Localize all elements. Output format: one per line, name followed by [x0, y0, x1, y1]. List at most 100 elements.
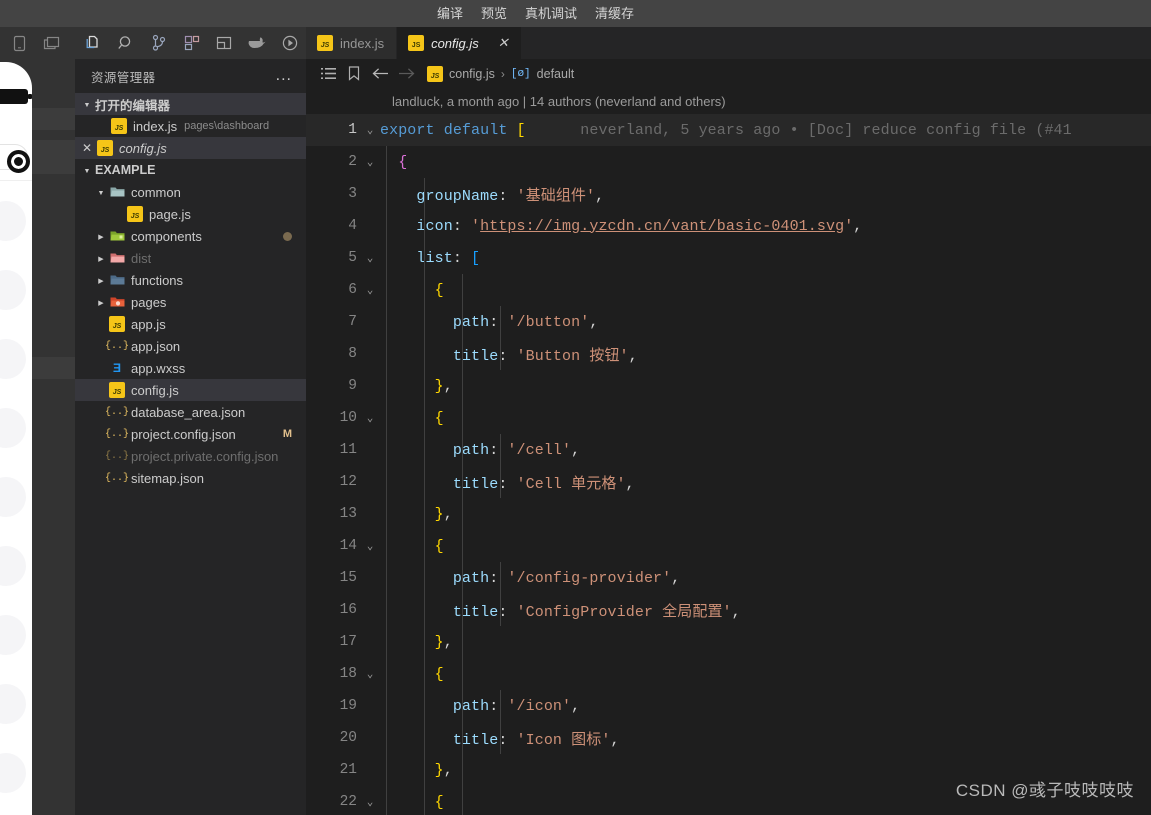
code-line[interactable]: 17 }, [306, 626, 1151, 658]
fold-chevron-icon[interactable]: ⌄ [360, 123, 380, 137]
indent-guide [386, 242, 387, 274]
explorer-icon[interactable] [77, 27, 110, 59]
code-line[interactable]: 7 path: '/button', [306, 306, 1151, 338]
file-project-private-config-json[interactable]: {..} project.private.config.json [75, 445, 306, 467]
line-number: 1 [348, 122, 357, 138]
code-text: { [434, 409, 444, 427]
section-workspace[interactable]: EXAMPLE [75, 159, 306, 181]
open-editor-config-js[interactable]: ✕ JS config.js [75, 137, 306, 159]
code-line[interactable]: 19 path: '/icon', [306, 690, 1151, 722]
bookmark-icon[interactable] [341, 66, 367, 81]
js-file-icon: JS [408, 35, 425, 51]
line-number: 18 [339, 666, 357, 682]
extensions-icon[interactable] [175, 27, 208, 59]
code-line[interactable]: 16 title: 'ConfigProvider 全局配置', [306, 594, 1151, 626]
file-label: config.js [131, 382, 179, 398]
indent-guide [386, 402, 387, 434]
indent-guide [424, 498, 425, 530]
indent-guide [386, 562, 387, 594]
menu-clear-cache[interactable]: 清缓存 [593, 5, 636, 23]
source-control-icon[interactable] [142, 27, 175, 59]
file-app-json[interactable]: {..} app.json [75, 335, 306, 357]
menu-bar: 编译 预览 真机调试 清缓存 [435, 5, 636, 23]
breadcrumb-file[interactable]: config.js [449, 67, 495, 81]
js-file-icon: JS [127, 206, 143, 222]
search-icon[interactable] [110, 27, 143, 59]
code-line[interactable]: 15 path: '/config-provider', [306, 562, 1151, 594]
folder-components[interactable]: components [75, 225, 306, 247]
folder-common[interactable]: common [75, 181, 306, 203]
device-toggle-icon[interactable] [3, 27, 36, 59]
indent-guide [386, 530, 387, 562]
json-file-icon: {..} [105, 340, 130, 352]
breadcrumb-bar: JS config.js › [ø] default [306, 59, 1151, 88]
file-sitemap-json[interactable]: {..} sitemap.json [75, 467, 306, 489]
tab-index-js[interactable]: JS index.js [306, 27, 398, 59]
breadcrumb-separator: › [500, 66, 505, 81]
code-line[interactable]: 2 ⌄ { [306, 146, 1151, 178]
code-text: { [398, 153, 408, 171]
layout-split-icon[interactable] [208, 27, 241, 59]
line-number: 19 [339, 698, 357, 714]
code-line[interactable]: 13 }, [306, 498, 1151, 530]
tab-close-icon[interactable]: ✕ [498, 35, 509, 51]
fold-chevron-icon[interactable]: ⌄ [360, 667, 380, 681]
menu-preview[interactable]: 预览 [479, 5, 509, 23]
file-app-wxss[interactable]: Ǝ app.wxss [75, 357, 306, 379]
outline-list-icon[interactable] [315, 67, 341, 80]
section-open-editors[interactable]: 打开的编辑器 [75, 93, 306, 115]
code-line[interactable]: 4 icon: 'https://img.yzcdn.cn/vant/basic… [306, 210, 1151, 242]
indent-guide [462, 562, 463, 594]
file-page-js[interactable]: JS page.js [75, 203, 306, 225]
line-number: 22 [339, 794, 357, 810]
code-line[interactable]: 8 title: 'Button 按钮', [306, 338, 1151, 370]
file-config-js[interactable]: JS config.js [75, 379, 306, 401]
folder-pages[interactable]: pages [75, 291, 306, 313]
file-database-area-json[interactable]: {..} database_area.json [75, 401, 306, 423]
code-line[interactable]: 1 ⌄ export default [ neverland, 5 years ag… [306, 114, 1151, 146]
navigate-back-icon[interactable] [367, 67, 393, 80]
line-number: 20 [339, 730, 357, 746]
tab-config-js[interactable]: JS config.js ✕ [397, 27, 522, 59]
fold-chevron-icon[interactable]: ⌄ [360, 411, 380, 425]
code-line[interactable]: 20 title: 'Icon 图标', [306, 722, 1151, 754]
fold-chevron-icon[interactable]: ⌄ [360, 155, 380, 169]
fold-chevron-icon[interactable]: ⌄ [360, 539, 380, 553]
line-number: 9 [348, 378, 357, 394]
run-and-debug-icon[interactable] [273, 27, 306, 59]
code-line[interactable]: 3 groupName: '基础组件', [306, 178, 1151, 210]
fold-chevron-icon[interactable]: ⌄ [360, 283, 380, 297]
explorer-more-actions-icon[interactable]: ... [276, 68, 292, 84]
indent-guide [500, 338, 501, 370]
fold-chevron-icon[interactable]: ⌄ [360, 251, 380, 265]
file-project-config-json[interactable]: {..} project.config.json M [75, 423, 306, 445]
code-line[interactable]: 14 ⌄ { [306, 530, 1151, 562]
fold-chevron-icon[interactable]: ⌄ [360, 795, 380, 809]
indent-guide [386, 690, 387, 722]
docker-icon[interactable] [241, 27, 274, 59]
file-label: sitemap.json [131, 470, 204, 486]
menu-compile[interactable]: 编译 [435, 5, 465, 23]
file-app-js[interactable]: JS app.js [75, 313, 306, 335]
folder-functions[interactable]: functions [75, 269, 306, 291]
code-line[interactable]: 6 ⌄ { [306, 274, 1151, 306]
code-editor-content[interactable]: 1 ⌄ export default [ neverland, 5 years ag… [306, 114, 1151, 815]
folder-dist[interactable]: dist [75, 247, 306, 269]
git-modified-badge: M [282, 428, 292, 440]
window-toggle-icon[interactable] [36, 27, 69, 59]
menu-device-debug[interactable]: 真机调试 [523, 5, 579, 23]
code-line[interactable]: 11 path: '/cell', [306, 434, 1151, 466]
indent-guide [386, 594, 387, 626]
line-number: 11 [339, 442, 357, 458]
code-line[interactable]: 12 title: 'Cell 单元格', [306, 466, 1151, 498]
code-line[interactable]: 10 ⌄ { [306, 402, 1151, 434]
code-line[interactable]: 9 }, [306, 370, 1151, 402]
navigate-forward-icon[interactable] [393, 67, 419, 80]
breadcrumb-symbol[interactable]: default [537, 67, 575, 81]
close-icon[interactable]: ✕ [79, 141, 95, 155]
indent-guide [462, 690, 463, 722]
code-line[interactable]: 5 ⌄ list: [ [306, 242, 1151, 274]
open-editor-index-js[interactable]: ✕ JS index.js pages\dashboard [75, 115, 306, 137]
indent-guide [386, 306, 387, 338]
code-line[interactable]: 18 ⌄ { [306, 658, 1151, 690]
